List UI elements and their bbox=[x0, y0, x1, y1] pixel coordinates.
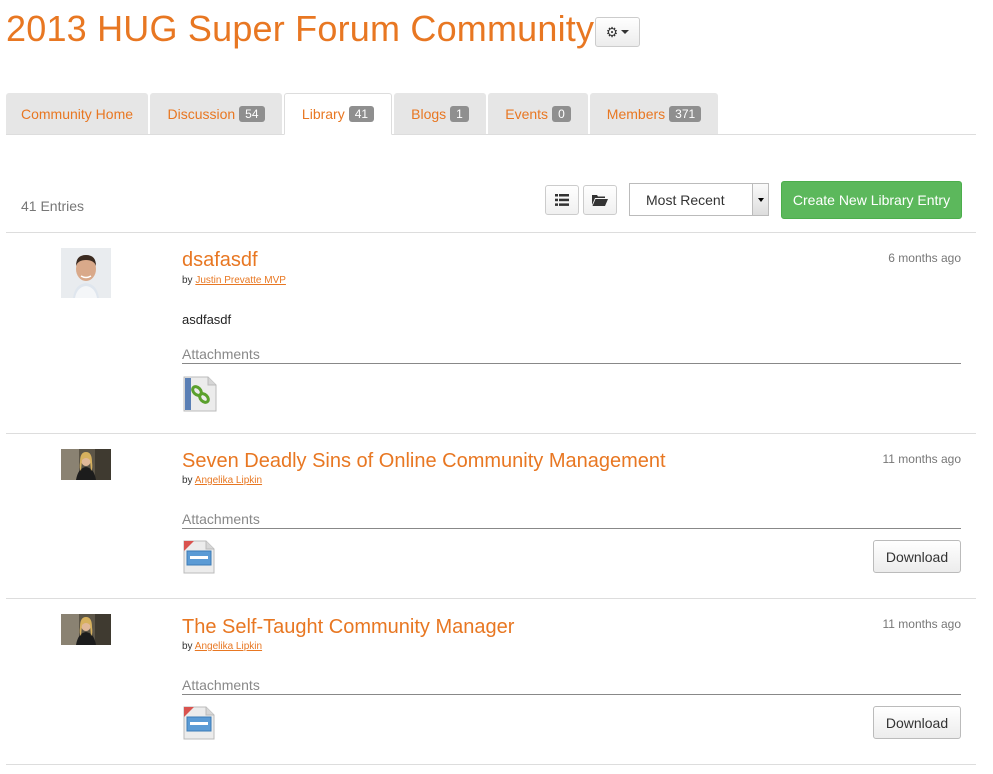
byline: by Angelika Lipkin bbox=[182, 641, 262, 652]
count-badge: 371 bbox=[669, 105, 702, 122]
by-label: by bbox=[182, 275, 193, 286]
attachments-heading: Attachments bbox=[182, 346, 961, 364]
count-badge: 54 bbox=[239, 105, 265, 122]
avatar[interactable] bbox=[61, 248, 111, 298]
tab-library[interactable]: Library 41 bbox=[284, 93, 392, 135]
author-link[interactable]: Angelika Lipkin bbox=[195, 475, 262, 486]
tab-label: Events bbox=[505, 105, 549, 122]
by-label: by bbox=[182, 641, 193, 652]
person-photo-icon bbox=[61, 248, 111, 298]
tab-events[interactable]: Events 0 bbox=[488, 93, 588, 134]
avatar[interactable] bbox=[61, 449, 111, 480]
page-title: 2013 HUG Super Forum Community bbox=[6, 8, 595, 49]
folder-view-button[interactable] bbox=[583, 185, 617, 215]
divider bbox=[6, 764, 976, 765]
tab-blogs[interactable]: Blogs 1 bbox=[394, 93, 486, 134]
count-badge: 41 bbox=[348, 106, 375, 122]
attachments-heading: Attachments bbox=[182, 677, 961, 695]
byline: by Justin Prevatte MVP bbox=[182, 275, 286, 286]
tab-bar: Community Home Discussion 54 Library 41 … bbox=[6, 93, 976, 135]
entry-title-link[interactable]: Seven Deadly Sins of Online Community Ma… bbox=[182, 450, 666, 473]
download-button[interactable]: Download bbox=[873, 706, 961, 739]
tab-members[interactable]: Members 371 bbox=[590, 93, 718, 134]
person-photo-icon bbox=[61, 614, 111, 645]
sort-value: Most Recent bbox=[646, 191, 725, 208]
byline: by Angelika Lipkin bbox=[182, 475, 262, 486]
tab-label: Members bbox=[606, 105, 666, 122]
caret-down-icon bbox=[621, 30, 630, 34]
entry-title-link[interactable]: The Self-Taught Community Manager bbox=[182, 616, 514, 639]
library-entry: dsafasdf by Justin Prevatte MVP 6 months… bbox=[6, 233, 976, 433]
webinar-file-icon[interactable] bbox=[182, 539, 216, 580]
gear-icon: ⚙ bbox=[605, 24, 619, 40]
dropdown-arrow-icon bbox=[752, 184, 768, 215]
author-link[interactable]: Angelika Lipkin bbox=[195, 641, 262, 652]
tab-label: Community Home bbox=[20, 105, 134, 122]
entry-body: asdfasdf bbox=[182, 312, 232, 327]
avatar[interactable] bbox=[61, 614, 111, 645]
tab-label: Discussion bbox=[167, 105, 236, 122]
by-label: by bbox=[182, 475, 193, 486]
tab-label: Blogs bbox=[411, 105, 447, 122]
entries-count: 41 Entries bbox=[21, 198, 85, 214]
folder-open-icon bbox=[592, 195, 608, 206]
timestamp: 11 months ago bbox=[882, 452, 962, 466]
settings-button[interactable]: ⚙ bbox=[595, 17, 640, 47]
attachments-heading: Attachments bbox=[182, 511, 961, 529]
list-view-button[interactable] bbox=[545, 185, 579, 215]
link-file-icon[interactable] bbox=[182, 375, 218, 418]
webinar-file-icon[interactable] bbox=[182, 705, 216, 746]
create-library-entry-button[interactable]: Create New Library Entry bbox=[781, 181, 962, 219]
sort-select[interactable]: Most Recent bbox=[629, 183, 769, 216]
tab-community-home[interactable]: Community Home bbox=[6, 93, 148, 134]
tab-discussion[interactable]: Discussion 54 bbox=[150, 93, 282, 134]
count-badge: 0 bbox=[552, 105, 571, 122]
tab-label: Library bbox=[301, 106, 345, 122]
timestamp: 11 months ago bbox=[882, 617, 962, 631]
library-entry: The Self-Taught Community Manager by Ang… bbox=[6, 599, 976, 764]
timestamp: 6 months ago bbox=[888, 251, 961, 265]
list-icon bbox=[555, 194, 569, 206]
count-badge: 1 bbox=[450, 105, 469, 122]
entry-title-link[interactable]: dsafasdf bbox=[182, 249, 258, 272]
person-photo-icon bbox=[61, 449, 111, 480]
library-entry: Seven Deadly Sins of Online Community Ma… bbox=[6, 434, 976, 598]
author-link[interactable]: Justin Prevatte MVP bbox=[195, 275, 286, 286]
download-button[interactable]: Download bbox=[873, 540, 961, 573]
